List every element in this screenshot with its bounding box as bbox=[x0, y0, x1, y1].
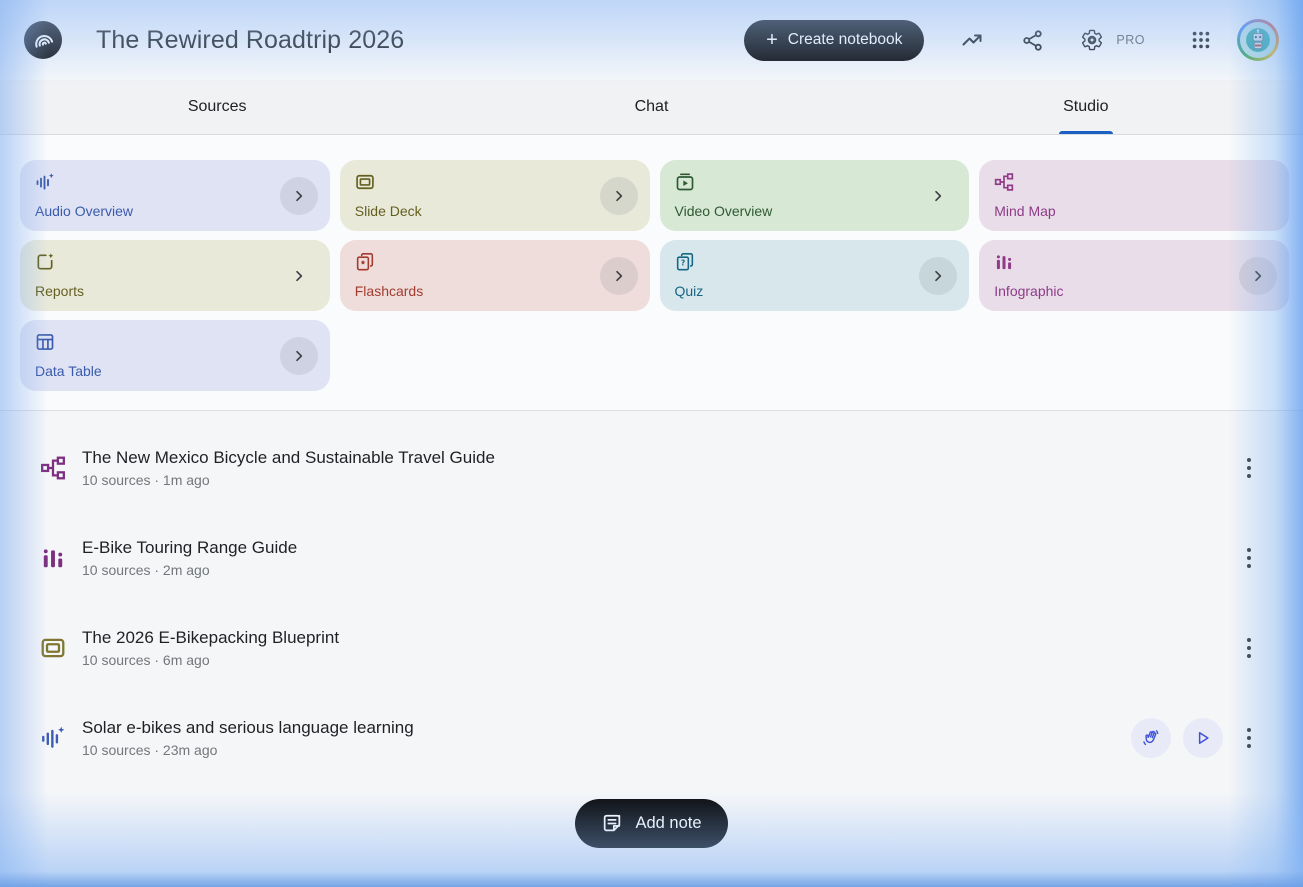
artifact-title[interactable]: Solar e-bikes and serious language learn… bbox=[82, 718, 414, 738]
card-label: Mind Map bbox=[994, 203, 1056, 219]
more-options-icon[interactable] bbox=[1235, 628, 1263, 668]
more-options-icon[interactable] bbox=[1235, 718, 1263, 758]
svg-text:?: ? bbox=[680, 259, 684, 268]
flashcards-icon bbox=[356, 253, 373, 271]
artifact-title[interactable]: The 2026 E-Bikepacking Blueprint bbox=[82, 628, 339, 648]
card-label: Video Overview bbox=[674, 203, 773, 219]
more-options-icon[interactable] bbox=[1235, 538, 1263, 578]
slide-deck-icon bbox=[356, 174, 374, 190]
note-icon bbox=[604, 814, 621, 831]
studio-card-grid: Audio Overview Slide Deck Video Overview… bbox=[20, 160, 1289, 391]
card-label: Quiz bbox=[674, 283, 704, 299]
infographic-icon bbox=[43, 549, 63, 568]
card-label: Infographic bbox=[994, 283, 1064, 299]
tab-chat[interactable]: Chat bbox=[434, 80, 868, 134]
studio-card-mind-map[interactable]: Mind Map bbox=[979, 160, 1289, 231]
chevron-right-icon[interactable] bbox=[919, 177, 957, 215]
artifact-row[interactable]: The New Mexico Bicycle and Sustainable T… bbox=[0, 423, 1303, 513]
user-avatar[interactable] bbox=[1237, 19, 1279, 61]
card-label: Data Table bbox=[35, 363, 102, 379]
trending-up-icon[interactable] bbox=[960, 28, 984, 52]
infographic-icon bbox=[997, 255, 1012, 270]
more-options-icon[interactable] bbox=[1235, 448, 1263, 488]
artifact-row[interactable]: E-Bike Touring Range Guide 10 sources · … bbox=[0, 513, 1303, 603]
chevron-right-icon[interactable] bbox=[599, 256, 638, 295]
pro-badge: PRO bbox=[1116, 33, 1145, 47]
studio-card-slide-deck[interactable]: Slide Deck bbox=[339, 160, 650, 231]
studio-card-data-table[interactable]: Data Table bbox=[20, 320, 330, 391]
create-notebook-button[interactable]: + Create notebook bbox=[744, 19, 925, 61]
chevron-right-icon[interactable] bbox=[599, 176, 638, 215]
mind-map-icon bbox=[41, 456, 65, 480]
studio-card-video-overview[interactable]: Video Overview bbox=[659, 160, 970, 231]
artifact-meta: 10 sources · 23m ago bbox=[82, 742, 218, 758]
notebooklm-logo[interactable] bbox=[24, 21, 62, 59]
tab-studio[interactable]: Studio bbox=[869, 80, 1303, 134]
video-overview-icon bbox=[676, 173, 693, 191]
artifact-row[interactable]: Solar e-bikes and serious language learn… bbox=[0, 693, 1303, 783]
artifact-meta: 10 sources · 1m ago bbox=[82, 472, 210, 488]
apps-grid-icon[interactable] bbox=[1189, 28, 1213, 52]
card-label: Slide Deck bbox=[354, 203, 422, 219]
interactive-mode-button[interactable] bbox=[1131, 718, 1171, 758]
notebook-title[interactable]: The Rewired Roadtrip 2026 bbox=[96, 26, 404, 55]
plus-icon: + bbox=[766, 29, 778, 51]
chevron-right-icon[interactable] bbox=[280, 257, 318, 295]
studio-card-flashcards[interactable]: Flashcards bbox=[339, 240, 650, 311]
settings-gear-icon[interactable] bbox=[1080, 28, 1104, 52]
artifact-title[interactable]: The New Mexico Bicycle and Sustainable T… bbox=[82, 448, 495, 468]
artifact-row[interactable]: The 2026 E-Bikepacking Blueprint 10 sour… bbox=[0, 603, 1303, 693]
artifact-meta: 10 sources · 6m ago bbox=[82, 652, 210, 668]
app-header: The Rewired Roadtrip 2026 + Create noteb… bbox=[0, 0, 1303, 80]
chevron-right-icon[interactable] bbox=[279, 336, 318, 375]
chevron-right-icon[interactable] bbox=[279, 176, 318, 215]
card-label: Audio Overview bbox=[35, 203, 134, 219]
studio-card-audio-overview[interactable]: Audio Overview bbox=[20, 160, 330, 231]
studio-card-infographic[interactable]: Infographic bbox=[979, 240, 1289, 311]
artifact-title[interactable]: E-Bike Touring Range Guide bbox=[82, 538, 297, 558]
reports-icon bbox=[37, 253, 54, 270]
play-button[interactable] bbox=[1183, 718, 1223, 758]
tab-bar: Sources Chat Studio bbox=[0, 80, 1303, 135]
user-avatar-robot bbox=[1240, 22, 1276, 58]
tab-sources[interactable]: Sources bbox=[0, 80, 434, 134]
slide-deck-icon bbox=[41, 638, 65, 658]
data-table-icon bbox=[36, 334, 54, 350]
share-icon[interactable] bbox=[1020, 28, 1044, 52]
chevron-right-icon[interactable] bbox=[1239, 256, 1277, 295]
studio-panel: Audio Overview Slide Deck Video Overview… bbox=[0, 135, 1303, 411]
studio-card-quiz[interactable]: ? Quiz bbox=[659, 240, 970, 311]
create-notebook-label: Create notebook bbox=[787, 31, 903, 48]
chevron-right-icon[interactable] bbox=[919, 256, 958, 295]
card-label: Reports bbox=[35, 283, 85, 299]
audio-waveform-sparkle-icon bbox=[42, 726, 65, 748]
mind-map-icon bbox=[995, 173, 1014, 191]
audio-waveform-sparkle-icon bbox=[36, 173, 54, 190]
artifact-list: The New Mexico Bicycle and Sustainable T… bbox=[0, 411, 1303, 848]
add-note-button[interactable]: Add note bbox=[575, 799, 728, 848]
add-note-label: Add note bbox=[635, 814, 702, 832]
artifact-meta: 10 sources · 2m ago bbox=[82, 562, 210, 578]
quiz-icon: ? bbox=[676, 253, 693, 271]
studio-card-reports[interactable]: Reports bbox=[20, 240, 330, 311]
card-label: Flashcards bbox=[354, 283, 424, 299]
